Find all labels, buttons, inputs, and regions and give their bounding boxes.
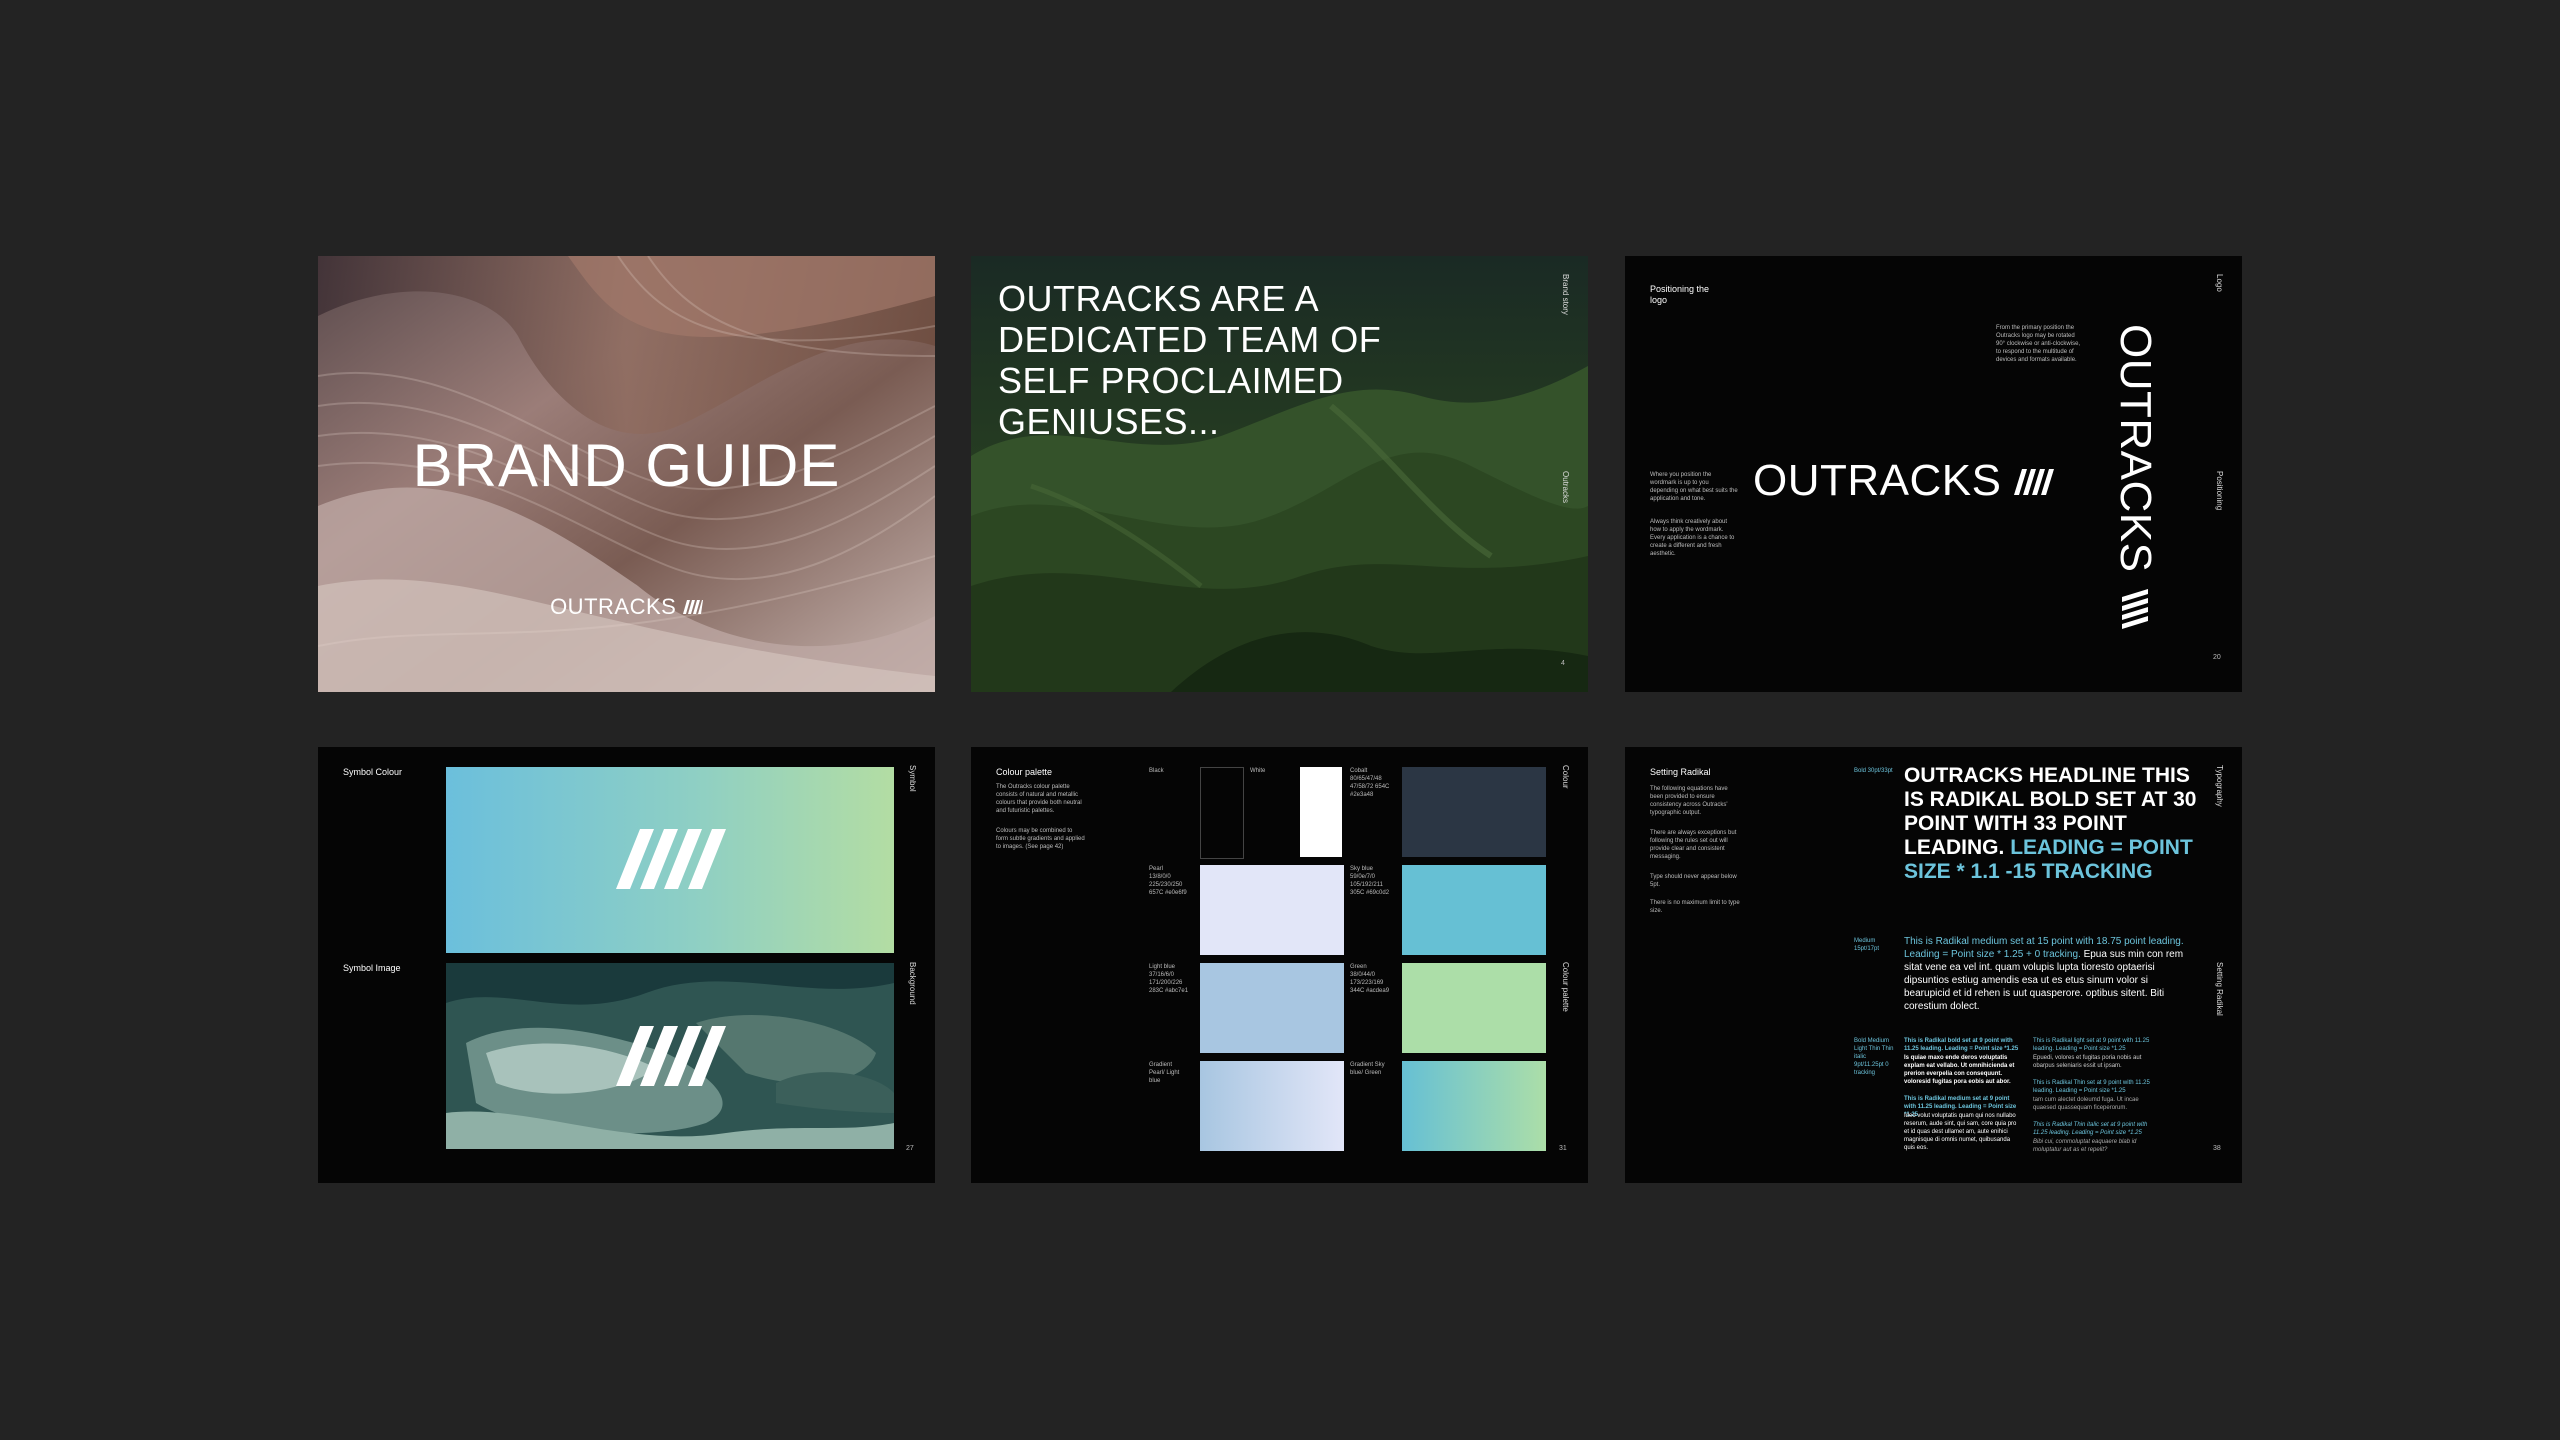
label-weights: Bold Medium Light Thin Thin italic 9pt/1… <box>1854 1038 1894 1076</box>
swatch-gradient-sky-green <box>1402 1061 1546 1151</box>
headline-line: SELF PROCLAIMED <box>998 360 1344 401</box>
page-number: 20 <box>2213 654 2221 661</box>
slide-brand-guide[interactable]: BRAND GUIDE OUTRACKS <box>318 256 935 692</box>
swatch-name: Cobalt <box>1350 768 1368 774</box>
description-2: Colours may be combined to form subtle g… <box>996 828 1085 850</box>
logo-vertical: OUTRACKS <box>2110 324 2160 630</box>
swatch-name: Gradient Sky blue/ Green <box>1350 1062 1385 1076</box>
slide-typography[interactable]: Setting Radikal The following equations … <box>1625 747 2242 1183</box>
headline-sample: OUTRACKS HEADLINE THIS IS RADIKAL BOLD S… <box>1904 764 2204 884</box>
swatch-name: Green <box>1350 964 1367 970</box>
sample-thin-body: tam cum alectet doleumd fuga. Ut incae q… <box>2033 1097 2139 1111</box>
symbol-on-image <box>446 963 894 1149</box>
label-bold: Bold 30pt/33pt <box>1854 768 1893 774</box>
side-label-page: Positioning <box>2215 471 2224 511</box>
headline-line: DEDICATED TEAM OF <box>998 319 1382 360</box>
swatch-info: 59/0e/7/0 105/192/211 305C #69c0d2 <box>1350 874 1390 896</box>
paragraph-sample: This is Radikal medium set at 15 point w… <box>1904 935 2194 1013</box>
sample-light-body: Epuedi, volores et fugitas poria nobis a… <box>2033 1055 2142 1069</box>
swatch-sky-blue <box>1402 865 1546 955</box>
logo-wordmark: OUTRACKS <box>1753 456 2002 505</box>
side-label-page: Setting Radikal <box>2215 962 2224 1016</box>
description-left-2: Always think creatively about how to app… <box>1650 519 1735 557</box>
slide-brand-story[interactable]: OUTRACKS ARE A DEDICATED TEAM OF SELF PR… <box>971 256 1588 692</box>
description-2: There are always exceptions but followin… <box>1650 830 1737 860</box>
sample-bold-title: This is Radikal bold set at 9 point with… <box>1904 1038 2019 1052</box>
headline-line: OUTRACKS ARE A <box>998 278 1320 319</box>
section-heading: Colour palette <box>996 767 1053 777</box>
logo-horizontal: OUTRACKS <box>1753 456 2055 506</box>
swatch-light-blue <box>1200 963 1344 1053</box>
swatch-name: Gradient Pearl/ Light blue <box>1149 1062 1180 1084</box>
slash-icon <box>2014 469 2055 495</box>
slash-symbol-icon <box>616 1026 726 1086</box>
headline: OUTRACKS ARE A DEDICATED TEAM OF SELF PR… <box>998 278 1428 442</box>
cover-title: BRAND GUIDE <box>412 432 841 499</box>
sample-bold-body: Is quiae maxo ende deros voluptatis expl… <box>1904 1055 2015 1085</box>
side-label-section: Logo <box>2215 274 2224 292</box>
sample-thin-italic-body: Bibi cui, commoluptat eaquaere blab id m… <box>2033 1139 2137 1153</box>
slash-symbol-icon <box>616 829 726 889</box>
logo-wordmark: OUTRACKS <box>550 594 677 619</box>
swatch-black <box>1200 767 1244 859</box>
slide-colour-palette[interactable]: Colour palette The Outracks colour palet… <box>971 747 1588 1183</box>
swatch-pearl <box>1200 865 1344 955</box>
side-label-section: Colour <box>1561 765 1570 789</box>
sample-thin-title: This is Radikal Thin set at 9 point with… <box>2033 1080 2150 1094</box>
swatch-name: Pearl <box>1149 866 1164 872</box>
slide-logo-positioning[interactable]: Positioning the logo From the primary po… <box>1625 256 2242 692</box>
label-medium: Medium 15pt/17pt <box>1854 938 1880 952</box>
slash-icon <box>2122 589 2148 630</box>
swatch-info: 80/65/47/48 47/58/72 654C #2e3a48 <box>1350 776 1390 798</box>
section-heading: Positioning the logo <box>1650 284 1710 305</box>
slash-icon <box>682 600 703 614</box>
label-symbol-image: Symbol Image <box>343 963 401 973</box>
swatch-name: Light blue <box>1149 964 1176 970</box>
description-4: There is no maximum limit to type size. <box>1650 900 1740 914</box>
swatch-white <box>1300 767 1342 857</box>
description-right: From the primary position the Outracks l… <box>1996 325 2081 363</box>
swatch-green <box>1402 963 1546 1053</box>
page-number: 27 <box>906 1145 914 1152</box>
side-label-page: Background <box>908 962 917 1005</box>
page-number: 4 <box>1561 660 1565 667</box>
page-number: 38 <box>2213 1145 2221 1152</box>
headline-line: GENIUSES... <box>998 401 1220 442</box>
description-3: Type should never appear below 5pt. <box>1650 874 1737 888</box>
label-symbol-colour: Symbol Colour <box>343 767 403 777</box>
side-label-section: Typography <box>2215 765 2224 807</box>
slide-symbol[interactable]: Symbol Colour Symbol Image Symbol Backgr… <box>318 747 935 1183</box>
swatch-gradient-pearl-light-blue <box>1200 1061 1344 1151</box>
description-1: The following equations have been provid… <box>1650 786 1728 816</box>
description-left-1: Where you position the wordmark is up to… <box>1650 472 1738 502</box>
sample-thin-italic-title: This is Radikal Thin italic set at 9 poi… <box>2033 1122 2148 1136</box>
section-heading: Setting Radikal <box>1650 767 1711 777</box>
sample-light-title: This is Radikal light set at 9 point wit… <box>2033 1038 2150 1052</box>
symbol-on-gradient <box>446 767 894 953</box>
page-number: 31 <box>1559 1145 1567 1152</box>
swatch-cobalt <box>1402 767 1546 857</box>
side-label-page: Colour palette <box>1561 962 1570 1012</box>
cover-logo: OUTRACKS <box>318 594 935 620</box>
side-label-section: Brand story <box>1561 274 1570 315</box>
side-label-section: Symbol <box>908 765 917 792</box>
swatch-info: 13/8/0/0 225/230/250 657C #e0e6f9 <box>1149 874 1187 896</box>
description-1: The Outracks colour palette consists of … <box>996 784 1082 814</box>
swatch-name: Black <box>1149 768 1164 774</box>
sample-medium-body: Ideo volut voluptatis quam qui nos nulla… <box>1904 1113 2017 1151</box>
swatch-name: Sky blue <box>1350 866 1374 872</box>
logo-wordmark: OUTRACKS <box>2111 324 2160 573</box>
swatch-info: 37/16/6/0 171/200/226 283C #abc7e1 <box>1149 972 1189 994</box>
swatch-info: 38/0/44/0 173/223/169 344C #acdea9 <box>1350 972 1390 994</box>
side-label-page: Outracks <box>1561 471 1570 504</box>
swatch-name: White <box>1250 768 1266 774</box>
